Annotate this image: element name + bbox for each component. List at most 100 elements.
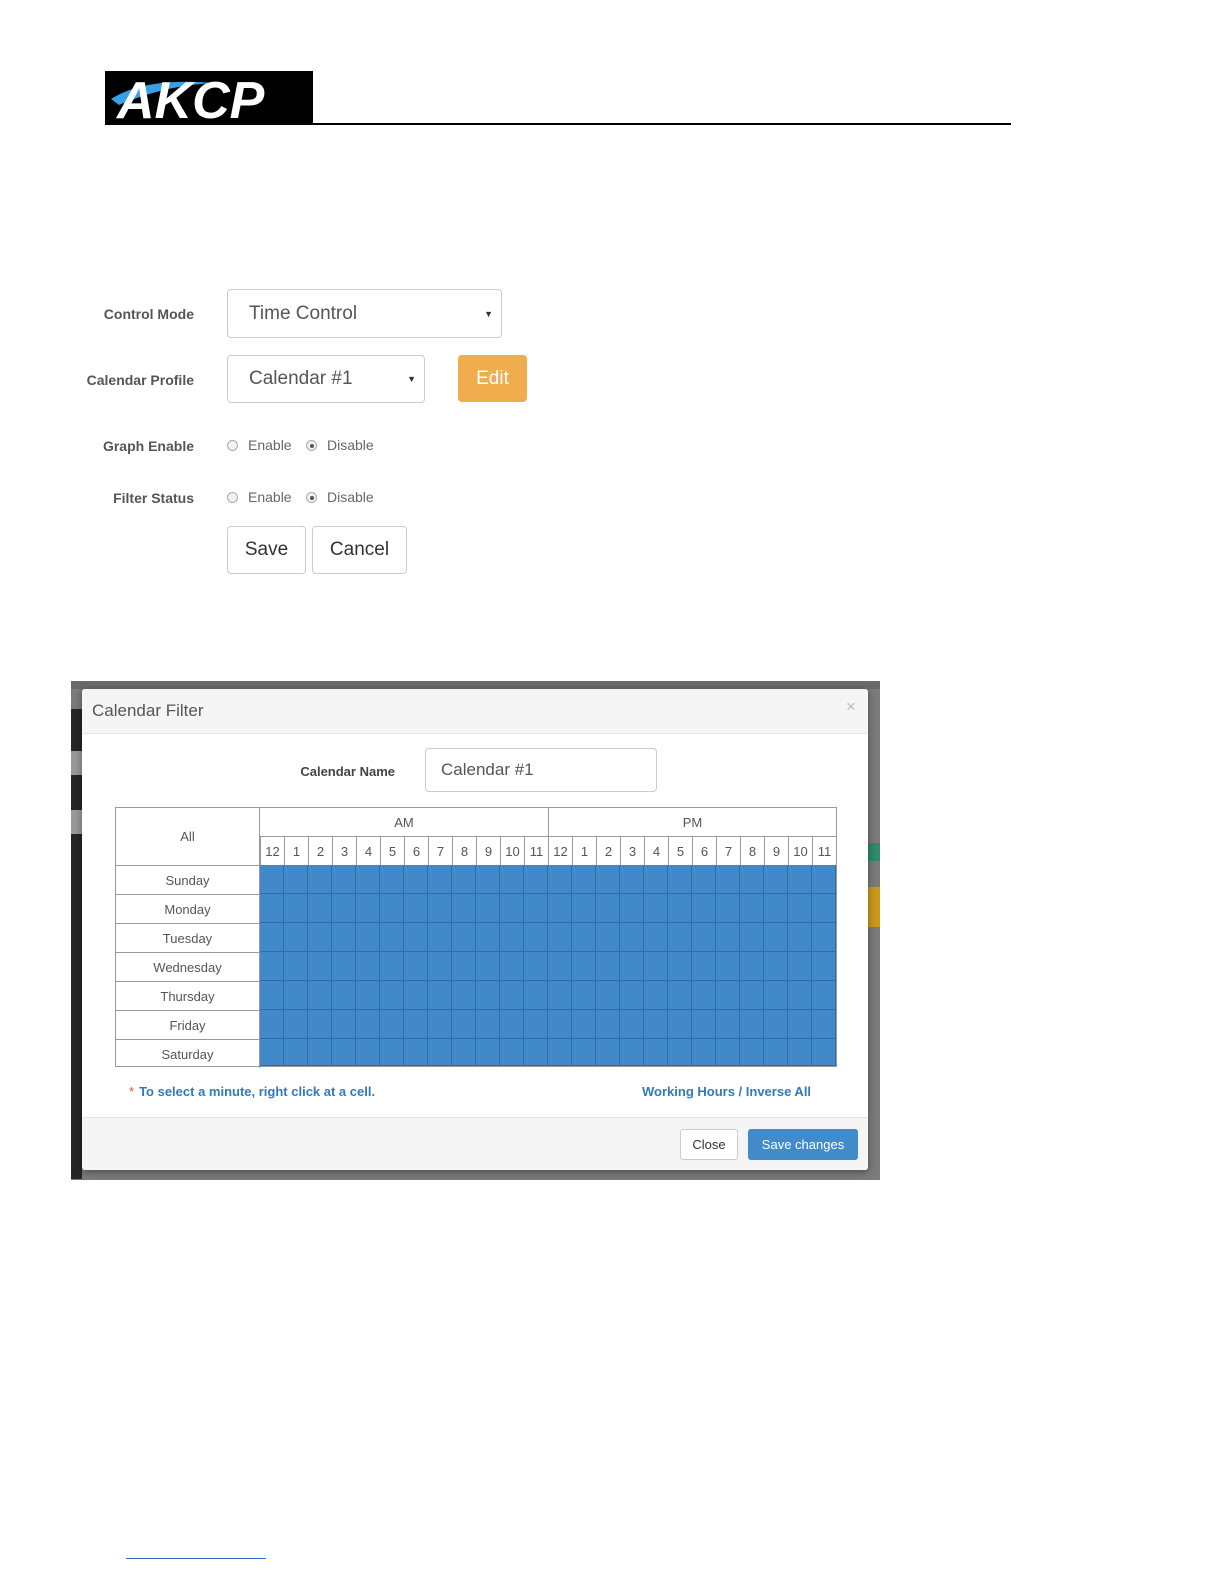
time-cell[interactable]	[308, 923, 332, 952]
time-cell[interactable]	[812, 865, 836, 894]
time-cell[interactable]	[548, 952, 572, 981]
time-cell[interactable]	[380, 894, 404, 923]
time-cell[interactable]	[788, 865, 812, 894]
time-cell[interactable]	[260, 923, 284, 952]
time-cell[interactable]	[572, 894, 596, 923]
time-cell[interactable]	[716, 981, 740, 1010]
graph-enable-radio-disable[interactable]	[306, 440, 317, 451]
time-cell[interactable]	[764, 952, 788, 981]
time-cell[interactable]	[620, 894, 644, 923]
time-cell[interactable]	[356, 923, 380, 952]
am-header[interactable]: AM	[260, 808, 548, 836]
time-cell[interactable]	[572, 865, 596, 894]
time-cell[interactable]	[644, 923, 668, 952]
hour-header[interactable]: 9	[476, 836, 500, 865]
filter-status-radio-enable[interactable]	[227, 492, 238, 503]
control-mode-select[interactable]: Time Control ▼	[227, 289, 502, 338]
hour-header[interactable]: 5	[668, 836, 692, 865]
time-cell[interactable]	[620, 865, 644, 894]
time-cell[interactable]	[260, 865, 284, 894]
time-cell[interactable]	[332, 952, 356, 981]
time-cell[interactable]	[788, 1010, 812, 1039]
time-cell[interactable]	[596, 923, 620, 952]
time-cell[interactable]	[764, 981, 788, 1010]
time-cell[interactable]	[404, 894, 428, 923]
time-cell[interactable]	[812, 981, 836, 1010]
time-cell[interactable]	[524, 1039, 548, 1066]
time-cell[interactable]	[476, 1039, 500, 1066]
time-cell[interactable]	[716, 952, 740, 981]
hour-header[interactable]: 3	[620, 836, 644, 865]
time-cell[interactable]	[428, 981, 452, 1010]
time-cell[interactable]	[620, 981, 644, 1010]
time-cell[interactable]	[308, 1039, 332, 1066]
time-cell[interactable]	[596, 981, 620, 1010]
day-label-monday[interactable]: Monday	[116, 894, 260, 923]
time-cell[interactable]	[596, 894, 620, 923]
time-cell[interactable]	[308, 952, 332, 981]
time-cell[interactable]	[788, 1039, 812, 1066]
time-cell[interactable]	[644, 952, 668, 981]
close-button[interactable]: Close	[680, 1129, 738, 1160]
time-cell[interactable]	[308, 894, 332, 923]
time-cell[interactable]	[356, 894, 380, 923]
time-cell[interactable]	[812, 1010, 836, 1039]
hour-header[interactable]: 4	[356, 836, 380, 865]
time-cell[interactable]	[332, 865, 356, 894]
time-cell[interactable]	[596, 1039, 620, 1066]
time-cell[interactable]	[788, 894, 812, 923]
time-cell[interactable]	[548, 865, 572, 894]
time-cell[interactable]	[452, 981, 476, 1010]
time-cell[interactable]	[548, 923, 572, 952]
time-cell[interactable]	[500, 981, 524, 1010]
time-cell[interactable]	[668, 1010, 692, 1039]
time-cell[interactable]	[524, 1010, 548, 1039]
time-cell[interactable]	[260, 952, 284, 981]
hour-header[interactable]: 4	[644, 836, 668, 865]
hour-header[interactable]: 10	[500, 836, 524, 865]
time-cell[interactable]	[284, 923, 308, 952]
time-cell[interactable]	[260, 981, 284, 1010]
day-label-thursday[interactable]: Thursday	[116, 981, 260, 1010]
time-cell[interactable]	[452, 865, 476, 894]
time-cell[interactable]	[644, 865, 668, 894]
hour-header[interactable]: 1	[572, 836, 596, 865]
time-cell[interactable]	[548, 1010, 572, 1039]
close-icon[interactable]: ×	[846, 697, 856, 717]
time-cell[interactable]	[476, 923, 500, 952]
time-cell[interactable]	[452, 894, 476, 923]
hour-header[interactable]: 2	[308, 836, 332, 865]
time-cell[interactable]	[452, 952, 476, 981]
time-cell[interactable]	[668, 952, 692, 981]
time-cell[interactable]	[620, 1039, 644, 1066]
time-cell[interactable]	[572, 981, 596, 1010]
hour-header[interactable]: 5	[380, 836, 404, 865]
time-cell[interactable]	[596, 952, 620, 981]
time-cell[interactable]	[476, 952, 500, 981]
time-cell[interactable]	[500, 952, 524, 981]
time-cell[interactable]	[500, 1039, 524, 1066]
time-cell[interactable]	[692, 952, 716, 981]
time-cell[interactable]	[332, 894, 356, 923]
time-cell[interactable]	[284, 1039, 308, 1066]
graph-enable-radio-enable[interactable]	[227, 440, 238, 451]
time-cell[interactable]	[476, 981, 500, 1010]
time-cell[interactable]	[716, 1039, 740, 1066]
time-cell[interactable]	[716, 923, 740, 952]
day-label-saturday[interactable]: Saturday	[116, 1039, 260, 1068]
time-cell[interactable]	[452, 923, 476, 952]
time-cell[interactable]	[500, 865, 524, 894]
time-cell[interactable]	[620, 923, 644, 952]
time-cell[interactable]	[572, 1010, 596, 1039]
time-cell[interactable]	[260, 894, 284, 923]
time-cell[interactable]	[812, 923, 836, 952]
time-cell[interactable]	[524, 923, 548, 952]
hour-header[interactable]: 11	[524, 836, 548, 865]
time-cell[interactable]	[692, 894, 716, 923]
cancel-button[interactable]: Cancel	[312, 526, 407, 574]
time-cell[interactable]	[692, 1010, 716, 1039]
save-changes-button[interactable]: Save changes	[748, 1129, 858, 1160]
time-cell[interactable]	[476, 865, 500, 894]
time-cell[interactable]	[668, 894, 692, 923]
time-cell[interactable]	[668, 981, 692, 1010]
